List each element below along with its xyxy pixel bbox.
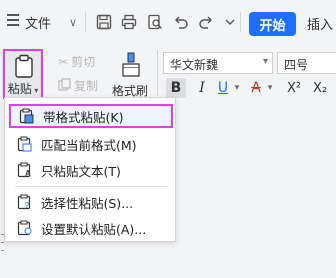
paintbrush-icon (120, 52, 142, 81)
svg-text:?: ? (25, 201, 30, 210)
print-icon[interactable] (120, 12, 138, 32)
menu-icon[interactable] (7, 14, 19, 26)
svg-text:A: A (25, 169, 31, 178)
more-icon[interactable] (221, 12, 239, 32)
paste-dropdown-menu: 带格式粘贴(K) 匹配当前格式(M) A 只粘贴文本(T) ? 选择性粘贴(S)… (4, 97, 176, 242)
undo-icon[interactable] (172, 12, 190, 32)
chevron-down-icon[interactable]: ∨ (66, 12, 80, 32)
italic-button[interactable]: I (194, 78, 210, 98)
bold-button[interactable]: B (166, 78, 186, 98)
menu-item-match-format[interactable]: 匹配当前格式(M) (9, 132, 173, 156)
redo-icon[interactable] (197, 12, 215, 32)
strikethrough-button[interactable]: A (247, 78, 265, 98)
match-format-icon (17, 136, 33, 152)
paste-button[interactable]: 粘贴 ▾ (3, 49, 43, 99)
copy-label: 复制 (74, 79, 99, 93)
underline-button[interactable]: U (215, 78, 231, 98)
format-painter-button[interactable]: 格式刷 (108, 50, 152, 98)
ruler-mark (1, 250, 4, 251)
subscript-button[interactable]: X₂ (310, 78, 330, 98)
menu-item-paste-special[interactable]: ? 选择性粘贴(S)... (9, 190, 173, 214)
ribbon: 粘贴 ▾ ✂ 剪切 复制 格式刷 华文新魏 ▾ 四号 B I U ▾ A ▾ X… (0, 44, 336, 100)
menu-divider (15, 186, 167, 187)
menu-item-paste-with-format[interactable]: 带格式粘贴(K) (9, 104, 173, 128)
cut-label: 剪切 (71, 55, 96, 69)
paste-with-format-icon (19, 108, 35, 124)
divider (157, 50, 158, 96)
chevron-down-icon: ▾ (262, 56, 268, 67)
superscript-button[interactable]: X² (284, 78, 304, 98)
font-size-select[interactable]: 四号 (277, 52, 336, 74)
print-preview-icon[interactable] (146, 12, 164, 32)
cut-button[interactable]: ✂ 剪切 (58, 53, 95, 70)
file-menu-button[interactable]: 文件 (25, 12, 51, 32)
tab-start[interactable]: 开始 (249, 12, 296, 36)
paste-label: 粘贴 ▾ (7, 82, 39, 96)
paste-special-icon: ? (17, 194, 33, 210)
menu-item-paste-text-only[interactable]: A 只粘贴文本(T) (9, 158, 173, 182)
set-default-paste-icon (17, 220, 33, 236)
copy-button[interactable]: 复制 (58, 77, 98, 94)
tab-insert[interactable]: 插入 (307, 14, 333, 33)
copy-icon (58, 77, 71, 94)
chevron-down-icon[interactable]: ▾ (232, 78, 242, 98)
divider (240, 12, 241, 32)
clipboard-icon (14, 54, 34, 78)
chevron-down-icon[interactable]: ▾ (265, 78, 275, 98)
divider (85, 12, 86, 32)
top-toolbar: 文件 ∨ 开始 插入 (0, 0, 336, 44)
menu-item-set-default-paste[interactable]: 设置默认粘贴(A)... (9, 216, 173, 240)
paste-text-only-icon: A (17, 162, 33, 178)
font-name-select[interactable]: 华文新魏 ▾ (163, 52, 273, 74)
scissors-icon: ✂ (58, 54, 69, 69)
save-icon[interactable] (95, 12, 113, 32)
ruler-mark (1, 242, 4, 243)
